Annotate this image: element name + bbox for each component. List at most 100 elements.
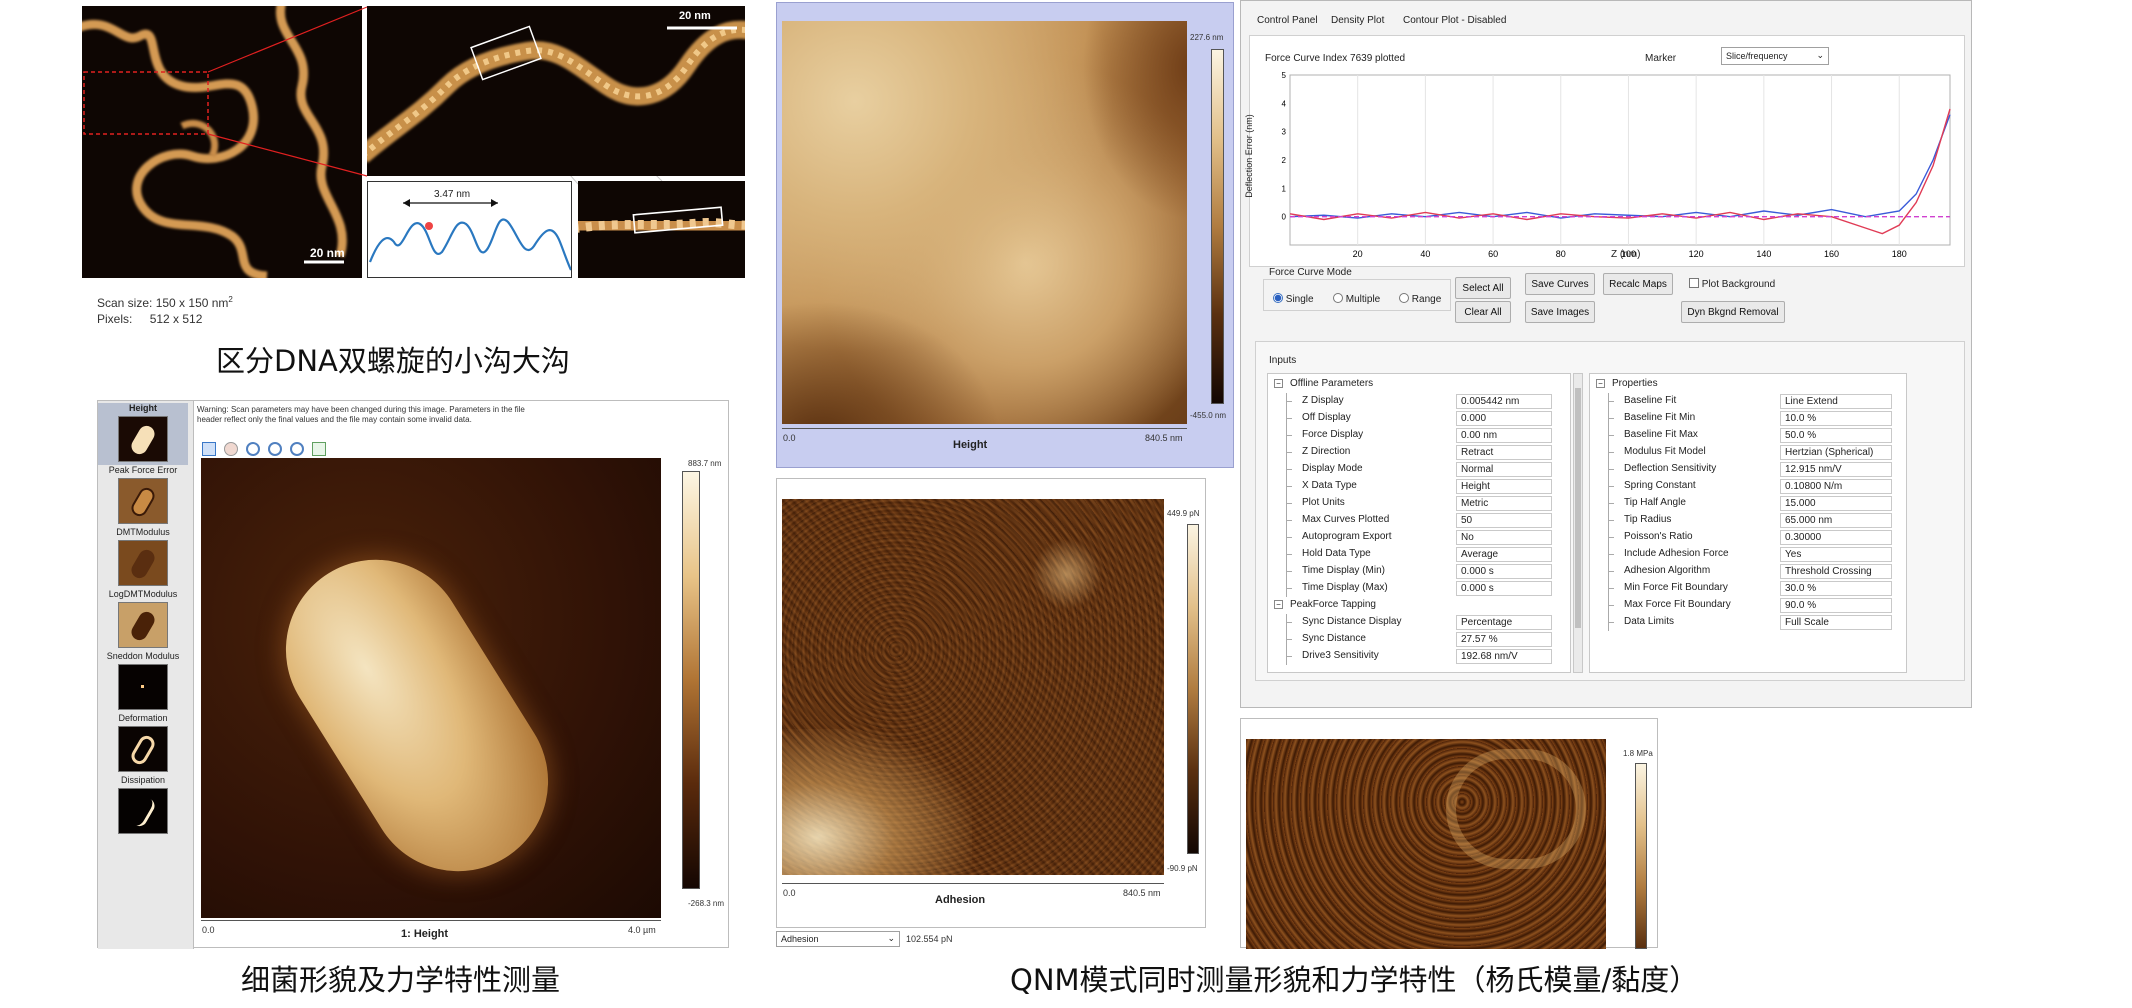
peakforce-param-label: Drive3 Sensitivity xyxy=(1302,650,1379,661)
peakforce-header-row[interactable]: − PeakForce Tapping xyxy=(1268,597,1568,614)
thumbnail-dissipation[interactable]: Dissipation xyxy=(98,775,188,837)
save-curves-button[interactable]: Save Curves xyxy=(1525,273,1595,295)
thumbnail-sneddon-modulus[interactable]: Sneddon Modulus xyxy=(98,651,188,713)
property-value[interactable]: 0.30000 xyxy=(1780,530,1892,545)
property-value[interactable]: 10.0 % xyxy=(1780,411,1892,426)
offline-param-row[interactable]: X Data Type Height xyxy=(1268,478,1570,495)
properties-header-row[interactable]: − Properties xyxy=(1590,376,1900,393)
offline-param-value[interactable]: Height xyxy=(1456,479,1552,494)
property-value[interactable]: 30.0 % xyxy=(1780,581,1892,596)
recalc-maps-button[interactable]: Recalc Maps xyxy=(1603,273,1673,295)
offline-param-row[interactable]: Autoprogram Export No xyxy=(1268,529,1570,546)
property-row[interactable]: Max Force Fit Boundary 90.0 % xyxy=(1590,597,1906,614)
mode-single-radio[interactable]: Single xyxy=(1273,293,1314,305)
marker-select[interactable]: Slice/frequency ⌄ xyxy=(1721,47,1829,65)
peakforce-param-value[interactable]: Percentage xyxy=(1456,615,1552,630)
property-row[interactable]: Deflection Sensitivity 12.915 nm/V xyxy=(1590,461,1906,478)
offline-param-value[interactable]: 0.005442 nm xyxy=(1456,394,1552,409)
dyn-bkgnd-removal-button[interactable]: Dyn Bkgnd Removal xyxy=(1681,301,1785,323)
property-value[interactable]: 50.0 % xyxy=(1780,428,1892,443)
property-row[interactable]: Min Force Fit Boundary 30.0 % xyxy=(1590,580,1906,597)
property-value[interactable]: 15.000 xyxy=(1780,496,1892,511)
select-all-button[interactable]: Select All xyxy=(1455,277,1511,299)
offline-param-row[interactable]: Z Direction Retract xyxy=(1268,444,1570,461)
zoom-out-icon[interactable] xyxy=(268,442,283,456)
collapse-icon[interactable]: − xyxy=(1274,600,1283,609)
offline-param-value[interactable]: 50 xyxy=(1456,513,1552,528)
select-tool-icon[interactable] xyxy=(202,442,216,456)
property-value[interactable]: Threshold Crossing xyxy=(1780,564,1892,579)
chevron-down-icon: ⌄ xyxy=(887,933,895,943)
property-row[interactable]: Baseline Fit Line Extend xyxy=(1590,393,1906,410)
property-value[interactable]: 12.915 nm/V xyxy=(1780,462,1892,477)
offline-param-row[interactable]: Z Display 0.005442 nm xyxy=(1268,393,1570,410)
offline-param-value[interactable]: No xyxy=(1456,530,1552,545)
property-value[interactable]: Hertzian (Spherical) xyxy=(1780,445,1892,460)
tab-contour-plot[interactable]: Contour Plot - Disabled xyxy=(1403,15,1506,26)
property-row[interactable]: Baseline Fit Max 50.0 % xyxy=(1590,427,1906,444)
offline-param-row[interactable]: Display Mode Normal xyxy=(1268,461,1570,478)
clear-all-button[interactable]: Clear All xyxy=(1455,301,1511,323)
zoom-in-icon[interactable] xyxy=(246,442,261,456)
offline-param-row[interactable]: Time Display (Max) 0.000 s xyxy=(1268,580,1570,597)
offline-param-value[interactable]: 0.00 nm xyxy=(1456,428,1552,443)
mode-range-radio[interactable]: Range xyxy=(1399,293,1441,305)
offline-param-value[interactable]: Normal xyxy=(1456,462,1552,477)
property-row[interactable]: Baseline Fit Min 10.0 % xyxy=(1590,410,1906,427)
collapse-icon[interactable]: − xyxy=(1274,379,1283,388)
peakforce-param-row[interactable]: Drive3 Sensitivity 192.68 nm/V xyxy=(1268,648,1570,665)
offline-param-value[interactable]: Average xyxy=(1456,547,1552,562)
tab-control-panel[interactable]: Control Panel xyxy=(1257,15,1318,26)
property-row[interactable]: Spring Constant 0.10800 N/m xyxy=(1590,478,1906,495)
offline-param-row[interactable]: Force Display 0.00 nm xyxy=(1268,427,1570,444)
offline-param-row[interactable]: Hold Data Type Average xyxy=(1268,546,1570,563)
offline-param-row[interactable]: Max Curves Plotted 50 xyxy=(1268,512,1570,529)
thumbnail-dmt-modulus[interactable]: DMTModulus xyxy=(98,527,188,589)
property-value[interactable]: 90.0 % xyxy=(1780,598,1892,613)
property-row[interactable]: Data Limits Full Scale xyxy=(1590,614,1906,631)
peakforce-param-row[interactable]: Sync Distance Display Percentage xyxy=(1268,614,1570,631)
peakforce-param-row[interactable]: Sync Distance 27.57 % xyxy=(1268,631,1570,648)
plot-background-checkbox[interactable]: Plot Background xyxy=(1689,278,1775,290)
property-row[interactable]: Poisson's Ratio 0.30000 xyxy=(1590,529,1906,546)
offline-param-value[interactable]: Retract xyxy=(1456,445,1552,460)
property-row[interactable]: Tip Half Angle 15.000 xyxy=(1590,495,1906,512)
height-image-window: 227.6 nm -455.0 nm 0.0 840.5 nm Height xyxy=(776,2,1234,468)
peakforce-param-value[interactable]: 27.57 % xyxy=(1456,632,1552,647)
adhesion-channel-select[interactable]: Adhesion ⌄ xyxy=(776,931,900,947)
property-row[interactable]: Include Adhesion Force Yes xyxy=(1590,546,1906,563)
offline-param-value[interactable]: 0.000 s xyxy=(1456,581,1552,596)
offline-param-row[interactable]: Time Display (Min) 0.000 s xyxy=(1268,563,1570,580)
mode-multiple-radio[interactable]: Multiple xyxy=(1333,293,1380,305)
property-value[interactable]: Line Extend xyxy=(1780,394,1892,409)
offline-param-value[interactable]: Metric xyxy=(1456,496,1552,511)
property-value[interactable]: 65.000 nm xyxy=(1780,513,1892,528)
offline-param-value[interactable]: 0.000 s xyxy=(1456,564,1552,579)
property-value[interactable]: 0.10800 N/m xyxy=(1780,479,1892,494)
dna-caption: 区分DNA双螺旋的小沟大沟 xyxy=(216,344,570,378)
peakforce-param-value[interactable]: 192.68 nm/V xyxy=(1456,649,1552,664)
thumbnail-height[interactable]: Height xyxy=(98,403,188,465)
offline-param-label: Plot Units xyxy=(1302,497,1345,508)
offline-param-value[interactable]: 0.000 xyxy=(1456,411,1552,426)
thumbnail-deformation[interactable]: Deformation xyxy=(98,713,188,775)
thumbnail-peak-force-error[interactable]: Peak Force Error xyxy=(98,465,188,527)
height-axis-end: 840.5 nm xyxy=(1145,433,1183,443)
crosshair-icon[interactable] xyxy=(312,442,327,456)
offline-header-row[interactable]: − Offline Parameters xyxy=(1268,376,1568,393)
offline-param-row[interactable]: Off Display 0.000 xyxy=(1268,410,1570,427)
property-value[interactable]: Yes xyxy=(1780,547,1892,562)
zoom-reset-icon[interactable] xyxy=(290,442,305,456)
save-images-button[interactable]: Save Images xyxy=(1525,301,1595,323)
tab-density-plot[interactable]: Density Plot xyxy=(1331,15,1384,26)
property-value[interactable]: Full Scale xyxy=(1780,615,1892,630)
thumbnail-log-dmt-modulus[interactable]: LogDMTModulus xyxy=(98,589,188,651)
property-row[interactable]: Tip Radius 65.000 nm xyxy=(1590,512,1906,529)
property-row[interactable]: Modulus Fit Model Hertzian (Spherical) xyxy=(1590,444,1906,461)
collapse-icon[interactable]: − xyxy=(1596,379,1605,388)
offline-scrollbar[interactable] xyxy=(1573,373,1583,673)
offline-param-row[interactable]: Plot Units Metric xyxy=(1268,495,1570,512)
x-tick-label: 140 xyxy=(1756,249,1771,259)
hand-tool-icon[interactable] xyxy=(224,442,239,456)
property-row[interactable]: Adhesion Algorithm Threshold Crossing xyxy=(1590,563,1906,580)
